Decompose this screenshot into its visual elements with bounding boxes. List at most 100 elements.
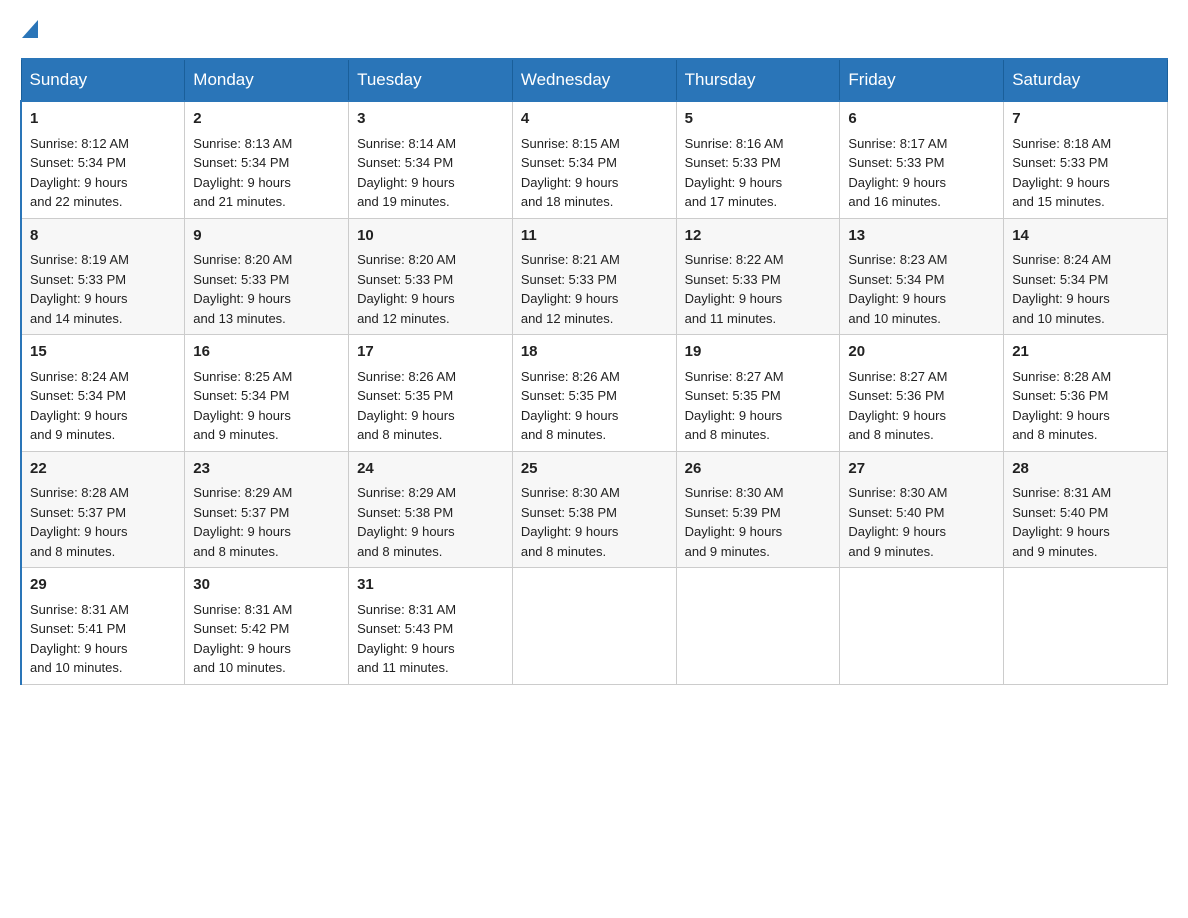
calendar-cell: 31 Sunrise: 8:31 AMSunset: 5:43 PMDayligh…: [349, 568, 513, 685]
day-info: Sunrise: 8:31 AMSunset: 5:40 PMDaylight:…: [1012, 483, 1159, 561]
calendar-cell: 15 Sunrise: 8:24 AMSunset: 5:34 PMDayligh…: [21, 335, 185, 452]
column-header-wednesday: Wednesday: [512, 59, 676, 101]
calendar-cell: 3 Sunrise: 8:14 AMSunset: 5:34 PMDaylight…: [349, 101, 513, 218]
calendar-cell: 21 Sunrise: 8:28 AMSunset: 5:36 PMDayligh…: [1004, 335, 1168, 452]
day-info: Sunrise: 8:24 AMSunset: 5:34 PMDaylight:…: [1012, 250, 1159, 328]
calendar-cell: 10Sunrise: 8:20 AMSunset: 5:33 PMDayligh…: [349, 218, 513, 335]
calendar-cell: [676, 568, 840, 685]
calendar-cell: 6 Sunrise: 8:17 AMSunset: 5:33 PMDaylight…: [840, 101, 1004, 218]
day-info: Sunrise: 8:27 AMSunset: 5:36 PMDaylight:…: [848, 367, 995, 445]
calendar-week-row: 15 Sunrise: 8:24 AMSunset: 5:34 PMDayligh…: [21, 335, 1168, 452]
logo: [20, 20, 38, 38]
day-info: Sunrise: 8:30 AMSunset: 5:40 PMDaylight:…: [848, 483, 995, 561]
column-header-sunday: Sunday: [21, 59, 185, 101]
calendar-cell: [1004, 568, 1168, 685]
calendar-cell: 13Sunrise: 8:23 AMSunset: 5:34 PMDayligh…: [840, 218, 1004, 335]
day-number: 12: [685, 225, 832, 248]
day-number: 16: [193, 341, 340, 364]
day-info: Sunrise: 8:24 AMSunset: 5:34 PMDaylight:…: [30, 367, 176, 445]
day-number: 31: [357, 574, 504, 597]
day-number: 5: [685, 108, 832, 131]
calendar-cell: 1 Sunrise: 8:12 AMSunset: 5:34 PMDaylight…: [21, 101, 185, 218]
day-number: 21: [1012, 341, 1159, 364]
day-info: Sunrise: 8:22 AMSunset: 5:33 PMDaylight:…: [685, 250, 832, 328]
day-info: Sunrise: 8:20 AMSunset: 5:33 PMDaylight:…: [193, 250, 340, 328]
day-number: 28: [1012, 458, 1159, 481]
day-number: 3: [357, 108, 504, 131]
calendar-header-row: SundayMondayTuesdayWednesdayThursdayFrid…: [21, 59, 1168, 101]
calendar-week-row: 8Sunrise: 8:19 AMSunset: 5:33 PMDaylight…: [21, 218, 1168, 335]
day-info: Sunrise: 8:13 AMSunset: 5:34 PMDaylight:…: [193, 134, 340, 212]
calendar-cell: 16 Sunrise: 8:25 AMSunset: 5:34 PMDayligh…: [185, 335, 349, 452]
day-info: Sunrise: 8:16 AMSunset: 5:33 PMDaylight:…: [685, 134, 832, 212]
day-info: Sunrise: 8:31 AMSunset: 5:42 PMDaylight:…: [193, 600, 340, 678]
calendar-week-row: 22Sunrise: 8:28 AMSunset: 5:37 PMDayligh…: [21, 451, 1168, 568]
column-header-friday: Friday: [840, 59, 1004, 101]
day-info: Sunrise: 8:17 AMSunset: 5:33 PMDaylight:…: [848, 134, 995, 212]
calendar-cell: 14Sunrise: 8:24 AMSunset: 5:34 PMDayligh…: [1004, 218, 1168, 335]
day-number: 24: [357, 458, 504, 481]
calendar-cell: 29Sunrise: 8:31 AMSunset: 5:41 PMDayligh…: [21, 568, 185, 685]
calendar-cell: 26Sunrise: 8:30 AMSunset: 5:39 PMDayligh…: [676, 451, 840, 568]
calendar-cell: [512, 568, 676, 685]
calendar-cell: 30Sunrise: 8:31 AMSunset: 5:42 PMDayligh…: [185, 568, 349, 685]
day-info: Sunrise: 8:21 AMSunset: 5:33 PMDaylight:…: [521, 250, 668, 328]
calendar-week-row: 29Sunrise: 8:31 AMSunset: 5:41 PMDayligh…: [21, 568, 1168, 685]
day-number: 8: [30, 225, 176, 248]
day-info: Sunrise: 8:30 AMSunset: 5:39 PMDaylight:…: [685, 483, 832, 561]
day-info: Sunrise: 8:18 AMSunset: 5:33 PMDaylight:…: [1012, 134, 1159, 212]
day-number: 18: [521, 341, 668, 364]
day-number: 11: [521, 225, 668, 248]
column-header-monday: Monday: [185, 59, 349, 101]
day-info: Sunrise: 8:29 AMSunset: 5:38 PMDaylight:…: [357, 483, 504, 561]
calendar-table: SundayMondayTuesdayWednesdayThursdayFrid…: [20, 58, 1168, 685]
day-number: 2: [193, 108, 340, 131]
calendar-cell: 28Sunrise: 8:31 AMSunset: 5:40 PMDayligh…: [1004, 451, 1168, 568]
day-info: Sunrise: 8:20 AMSunset: 5:33 PMDaylight:…: [357, 250, 504, 328]
day-number: 10: [357, 225, 504, 248]
day-info: Sunrise: 8:15 AMSunset: 5:34 PMDaylight:…: [521, 134, 668, 212]
day-number: 22: [30, 458, 176, 481]
day-number: 6: [848, 108, 995, 131]
calendar-cell: 4Sunrise: 8:15 AMSunset: 5:34 PMDaylight…: [512, 101, 676, 218]
calendar-cell: 7 Sunrise: 8:18 AMSunset: 5:33 PMDaylight…: [1004, 101, 1168, 218]
calendar-cell: 2 Sunrise: 8:13 AMSunset: 5:34 PMDaylight…: [185, 101, 349, 218]
calendar-cell: 18 Sunrise: 8:26 AMSunset: 5:35 PMDayligh…: [512, 335, 676, 452]
calendar-cell: 5 Sunrise: 8:16 AMSunset: 5:33 PMDaylight…: [676, 101, 840, 218]
column-header-saturday: Saturday: [1004, 59, 1168, 101]
calendar-cell: 9Sunrise: 8:20 AMSunset: 5:33 PMDaylight…: [185, 218, 349, 335]
logo-triangle-icon: [22, 20, 38, 38]
calendar-cell: 24Sunrise: 8:29 AMSunset: 5:38 PMDayligh…: [349, 451, 513, 568]
column-header-tuesday: Tuesday: [349, 59, 513, 101]
day-info: Sunrise: 8:28 AMSunset: 5:37 PMDaylight:…: [30, 483, 176, 561]
day-info: Sunrise: 8:28 AMSunset: 5:36 PMDaylight:…: [1012, 367, 1159, 445]
day-number: 20: [848, 341, 995, 364]
day-number: 15: [30, 341, 176, 364]
calendar-cell: 25Sunrise: 8:30 AMSunset: 5:38 PMDayligh…: [512, 451, 676, 568]
day-info: Sunrise: 8:14 AMSunset: 5:34 PMDaylight:…: [357, 134, 504, 212]
calendar-cell: [840, 568, 1004, 685]
calendar-cell: 19Sunrise: 8:27 AMSunset: 5:35 PMDayligh…: [676, 335, 840, 452]
day-info: Sunrise: 8:31 AMSunset: 5:41 PMDaylight:…: [30, 600, 176, 678]
calendar-week-row: 1 Sunrise: 8:12 AMSunset: 5:34 PMDaylight…: [21, 101, 1168, 218]
day-info: Sunrise: 8:31 AMSunset: 5:43 PMDaylight:…: [357, 600, 504, 678]
calendar-cell: 8Sunrise: 8:19 AMSunset: 5:33 PMDaylight…: [21, 218, 185, 335]
day-number: 7: [1012, 108, 1159, 131]
calendar-cell: 12Sunrise: 8:22 AMSunset: 5:33 PMDayligh…: [676, 218, 840, 335]
day-info: Sunrise: 8:29 AMSunset: 5:37 PMDaylight:…: [193, 483, 340, 561]
day-info: Sunrise: 8:25 AMSunset: 5:34 PMDaylight:…: [193, 367, 340, 445]
calendar-cell: 23Sunrise: 8:29 AMSunset: 5:37 PMDayligh…: [185, 451, 349, 568]
day-number: 1: [30, 108, 176, 131]
day-info: Sunrise: 8:26 AMSunset: 5:35 PMDaylight:…: [357, 367, 504, 445]
calendar-cell: 22Sunrise: 8:28 AMSunset: 5:37 PMDayligh…: [21, 451, 185, 568]
day-number: 9: [193, 225, 340, 248]
day-info: Sunrise: 8:23 AMSunset: 5:34 PMDaylight:…: [848, 250, 995, 328]
day-info: Sunrise: 8:30 AMSunset: 5:38 PMDaylight:…: [521, 483, 668, 561]
day-info: Sunrise: 8:12 AMSunset: 5:34 PMDaylight:…: [30, 134, 176, 212]
day-info: Sunrise: 8:19 AMSunset: 5:33 PMDaylight:…: [30, 250, 176, 328]
calendar-cell: 27Sunrise: 8:30 AMSunset: 5:40 PMDayligh…: [840, 451, 1004, 568]
day-number: 17: [357, 341, 504, 364]
page-header: [20, 20, 1168, 38]
day-info: Sunrise: 8:26 AMSunset: 5:35 PMDaylight:…: [521, 367, 668, 445]
day-number: 27: [848, 458, 995, 481]
